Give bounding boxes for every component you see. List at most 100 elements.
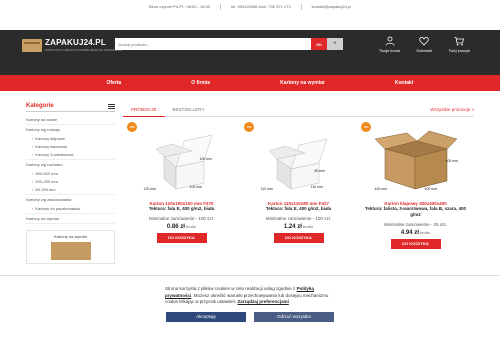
search-ok-button[interactable]: OK bbox=[311, 38, 327, 50]
sidebar-subitem[interactable]: 200-299 mm bbox=[26, 177, 115, 185]
logo-box-icon bbox=[22, 38, 42, 52]
user-icon bbox=[385, 36, 394, 46]
dimension-label: 110 mm bbox=[310, 185, 323, 189]
product-image[interactable]: 80 mm 110 mm 110 mm bbox=[259, 127, 339, 199]
discount-badge: -5% bbox=[127, 122, 137, 132]
nav-contact[interactable]: Kontakt bbox=[375, 80, 414, 86]
sidebar-item-in-stock[interactable]: Kartony na stanie bbox=[26, 115, 115, 125]
phone-link[interactable]: tel. 655120286 kom. 730 571 273 bbox=[229, 4, 293, 9]
add-to-cart-button[interactable]: DO KOSZYKA bbox=[156, 232, 207, 243]
custom-boxes-banner[interactable]: Kartony na wymiar bbox=[26, 230, 115, 264]
add-to-cart-button[interactable]: DO KOSZYKA bbox=[390, 238, 441, 249]
dimension-label: 400 mm bbox=[445, 159, 459, 163]
product-list: -5% 100 mm 120 mm 100 mm Karton 120x100x… bbox=[123, 117, 474, 249]
dimension-label: 400 mm bbox=[424, 187, 438, 191]
add-to-cart-button[interactable]: DO KOSZYKA bbox=[273, 232, 324, 243]
price-unit: brutto bbox=[302, 223, 314, 229]
sidebar-subitem[interactable]: Kartony do paczkomatów bbox=[26, 204, 115, 212]
heart-icon bbox=[419, 36, 430, 46]
logo-text: ZAPAKUJ24.PL bbox=[45, 38, 106, 47]
logo[interactable]: ZAPAKUJ24.PL WSZYSTKO CZEGO POTRZEBUJESZ… bbox=[22, 38, 122, 52]
sidebar-item-by-size[interactable]: Kartony wg rozmiaru bbox=[26, 160, 115, 169]
sidebar-subitem[interactable]: Kartony 3-warstwowe bbox=[26, 150, 115, 158]
banner-label: Kartony na wymiar bbox=[53, 234, 88, 239]
nav-about[interactable]: O firmie bbox=[171, 80, 210, 86]
divider bbox=[300, 3, 302, 10]
price-value: 4.94 zł bbox=[400, 229, 419, 236]
product-card: -5% 400 mm 400 mm 400 mm Karton klapowy … bbox=[357, 117, 474, 249]
search-bar: OK + bbox=[115, 38, 343, 50]
cart-link[interactable]: Twój koszyk bbox=[448, 36, 470, 53]
topbar: Biuro czynne Pn-Pt : 08:00 - 16:00 tel. … bbox=[0, 0, 500, 13]
nav-offer[interactable]: Oferta bbox=[86, 80, 121, 86]
product-description: Tektura: fala E, 400 g/m2, biała bbox=[265, 206, 332, 211]
discount-badge: -5% bbox=[244, 122, 254, 132]
email-link[interactable]: kontakt@zapakuj24.pl bbox=[310, 4, 353, 9]
dimension-label: 80 mm bbox=[314, 169, 326, 173]
sidebar: Kategorie Kartony na stanie Kartony wg r… bbox=[26, 103, 115, 264]
product-price: 1.24 złbrutto bbox=[240, 224, 357, 230]
sidebar-subitem[interactable]: 50-199 mm bbox=[26, 185, 115, 193]
product-area: PROMOCJE BESTSELLERY Wszystkie promocje … bbox=[123, 103, 474, 264]
product-price: 4.94 złbrutto bbox=[357, 230, 474, 236]
cart-icon bbox=[454, 37, 465, 46]
search-advanced-button[interactable]: + bbox=[327, 38, 343, 50]
sidebar-subitem[interactable]: Kartony klapowe bbox=[26, 134, 115, 142]
category-group: Kartony wg rozmiaru 300-500 mm 200-299 m… bbox=[26, 160, 115, 195]
discount-badge: -5% bbox=[361, 122, 371, 132]
sidebar-title: Kategorie bbox=[26, 103, 54, 109]
minimum-order: Minimalne zamówienie - 100 szt. bbox=[265, 215, 332, 221]
wishlist-link[interactable]: Schowek bbox=[416, 36, 432, 53]
box-image bbox=[50, 242, 91, 260]
account-link[interactable]: Twoje konto bbox=[379, 36, 400, 53]
list-icon[interactable] bbox=[108, 103, 115, 109]
product-image[interactable]: 400 mm 400 mm 400 mm bbox=[371, 127, 461, 199]
dimension-label: 100 mm bbox=[199, 157, 213, 161]
wishlist-label: Schowek bbox=[416, 48, 433, 53]
cookie-banner: Strona korzysta z plików cookies w celu … bbox=[0, 275, 500, 348]
all-promotions-link[interactable]: Wszystkie promocje » bbox=[430, 107, 474, 112]
main-content: Kategorie Kartony na stanie Kartony wg r… bbox=[0, 103, 500, 264]
tab-bestsellers[interactable]: BESTSELLERY bbox=[165, 103, 213, 117]
dimension-label: 120 mm bbox=[143, 187, 157, 191]
sidebar-header: Kategorie bbox=[26, 103, 115, 112]
price-unit: brutto bbox=[419, 229, 431, 235]
cart-label: Twój koszyk bbox=[448, 48, 470, 53]
product-tabs: PROMOCJE BESTSELLERY Wszystkie promocje … bbox=[123, 103, 474, 117]
price-value: 1.24 zł bbox=[283, 223, 302, 230]
product-image[interactable]: 100 mm 120 mm 100 mm bbox=[142, 127, 222, 199]
category-group: Kartony wg rodzaju Kartony klapowe Karto… bbox=[26, 125, 115, 160]
sidebar-item-by-type[interactable]: Kartony wg rodzaju bbox=[26, 125, 115, 134]
minimum-order: Minimalne zamówienie - 100 szt. bbox=[148, 215, 215, 221]
manage-preferences-link[interactable]: Zarządzaj preferencjami bbox=[238, 299, 289, 304]
sidebar-subitem[interactable]: 300-500 mm bbox=[26, 169, 115, 177]
dimension-label: 110 mm bbox=[260, 187, 273, 191]
minimum-order: Minimalne zamówienie - 25 szt. bbox=[384, 221, 447, 227]
header-actions: Twoje konto Schowek Twój koszyk bbox=[379, 36, 470, 53]
category-group: Kartony wg zastosowania Kartony do paczk… bbox=[26, 195, 115, 214]
sidebar-item-by-use[interactable]: Kartony wg zastosowania bbox=[26, 195, 115, 204]
dimension-label: 100 mm bbox=[189, 185, 203, 189]
office-hours: Biuro czynne Pn-Pt : 08:00 - 16:00 bbox=[148, 4, 211, 9]
product-description: Tektura: fala E, 400 g/m2, biała bbox=[148, 206, 215, 211]
tab-promotions[interactable]: PROMOCJE bbox=[123, 103, 165, 117]
reject-cookies-button[interactable]: Odrzuć wszystko bbox=[254, 311, 334, 322]
logo-tagline: WSZYSTKO CZEGO POTRZEBUJESZ DO PAKOWANIA bbox=[45, 48, 122, 52]
price-unit: brutto bbox=[185, 223, 197, 229]
sidebar-item-custom[interactable]: Kartony na wymiar bbox=[26, 214, 115, 224]
cookie-actions: Akceptuję Odrzuć wszystko bbox=[0, 311, 500, 322]
search-input[interactable] bbox=[115, 38, 311, 50]
product-price: 0.86 złbrutto bbox=[123, 224, 240, 230]
cookie-message: Strona korzysta z plików cookies w celu … bbox=[165, 286, 335, 306]
nav-custom-boxes[interactable]: Kartony na wymiar bbox=[260, 80, 325, 86]
sidebar-subitem[interactable]: Kartony fasonowe bbox=[26, 142, 115, 150]
price-value: 0.86 zł bbox=[166, 223, 185, 230]
main-nav: Oferta O firmie Kartony na wymiar Kontak… bbox=[0, 75, 500, 91]
accept-cookies-button[interactable]: Akceptuję bbox=[166, 311, 246, 322]
dimension-label: 400 mm bbox=[374, 187, 388, 191]
account-label: Twoje konto bbox=[378, 48, 401, 53]
header: ZAPAKUJ24.PL WSZYSTKO CZEGO POTRZEBUJESZ… bbox=[0, 30, 500, 75]
product-description: Tektura: falista, 3-warstwowa, fala B, s… bbox=[365, 206, 466, 217]
divider bbox=[220, 3, 222, 10]
product-card: -5% 80 mm 110 mm 110 mm Karton 110x110x8… bbox=[240, 117, 357, 249]
